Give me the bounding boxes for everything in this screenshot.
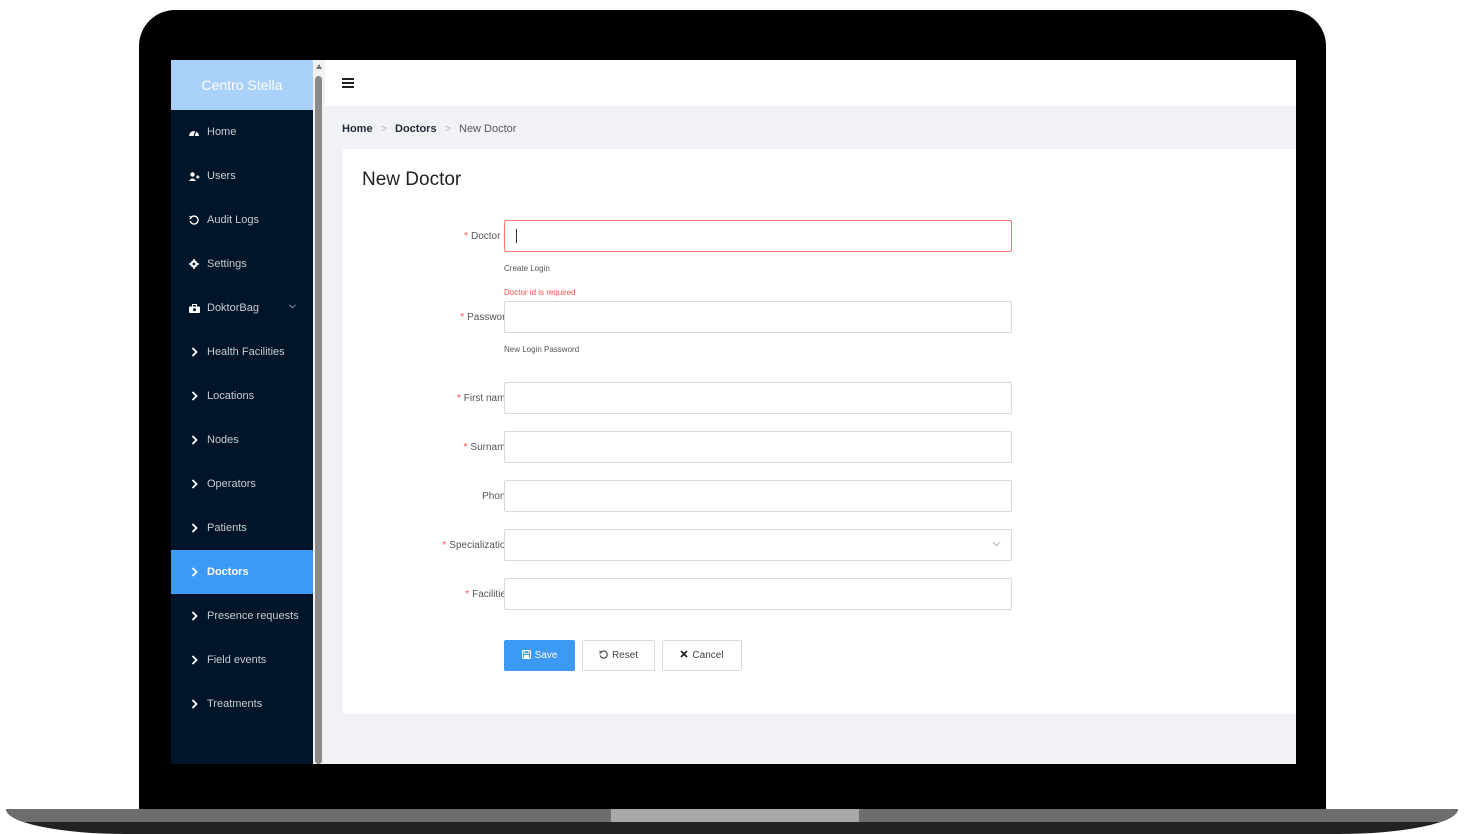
sidebar-item-label: Settings: [207, 258, 247, 270]
chevron-right-icon: [188, 655, 200, 665]
brand-logo[interactable]: Centro Stella: [171, 60, 313, 110]
breadcrumb-home[interactable]: Home: [342, 123, 373, 135]
chevron-right-icon: [188, 391, 200, 401]
required-marker: *: [463, 441, 468, 453]
sidebar-item-doctors[interactable]: Doctors: [171, 550, 313, 594]
sidebar-item-audit-logs[interactable]: Audit Logs: [171, 198, 313, 242]
history-icon: [188, 215, 200, 225]
chevron-right-icon: [188, 435, 200, 445]
breadcrumb-doctors[interactable]: Doctors: [395, 123, 437, 135]
scrollbar-thumb[interactable]: [315, 76, 322, 764]
password-input[interactable]: [504, 301, 1012, 333]
chevron-right-icon: [188, 611, 200, 621]
doctor-id-error: Doctor id is required: [504, 288, 576, 297]
sidebar-item-doktorbag[interactable]: DoktorBag: [171, 286, 313, 330]
specialization-select[interactable]: [504, 529, 1012, 561]
laptop-base: [6, 809, 1458, 834]
sidebar-item-nodes[interactable]: Nodes: [171, 418, 313, 462]
first-name-label: * First name: [456, 392, 511, 404]
top-header: [325, 60, 1296, 106]
facilities-row: * Facilities: [343, 578, 1296, 610]
sidebar-item-home[interactable]: Home: [171, 110, 313, 154]
sidebar-item-users[interactable]: Users: [171, 154, 313, 198]
phone-input[interactable]: [504, 480, 1012, 512]
save-button[interactable]: Save: [504, 640, 575, 671]
required-marker: *: [460, 311, 465, 323]
sidebar-item-label: Doctors: [207, 566, 249, 578]
breadcrumb-current: New Doctor: [459, 122, 517, 135]
app-screen: Centro Stella Home Users Audit Logs Sett…: [171, 60, 1296, 764]
sidebar-scrollbar[interactable]: [313, 60, 325, 764]
close-icon: [680, 650, 689, 661]
doctor-id-help: Create Login: [504, 264, 550, 273]
chevron-down-icon: [289, 302, 296, 311]
sidebar: Centro Stella Home Users Audit Logs Sett…: [171, 60, 313, 764]
password-help: New Login Password: [504, 345, 580, 354]
dashboard-icon: [188, 128, 200, 136]
specialization-row: * Specialization: [343, 529, 1296, 561]
doctor-id-row: * Doctor id: [343, 220, 1296, 252]
surname-row: * Surname: [343, 431, 1296, 463]
required-marker: *: [456, 392, 461, 404]
save-icon: [521, 649, 531, 662]
users-icon: [188, 171, 200, 181]
text-cursor: [516, 229, 517, 243]
doctor-id-input[interactable]: [504, 220, 1012, 252]
menu-toggle-icon[interactable]: [342, 78, 354, 88]
facilities-select[interactable]: [504, 578, 1012, 610]
bag-icon: [188, 303, 200, 313]
laptop-base-notch: [611, 809, 859, 822]
chevron-right-icon: [188, 523, 200, 533]
page-title: New Doctor: [362, 169, 462, 190]
chevron-right-icon: [188, 699, 200, 709]
sidebar-item-label: DoktorBag: [207, 302, 259, 314]
sidebar-item-label: Users: [207, 170, 236, 182]
sidebar-item-locations[interactable]: Locations: [171, 374, 313, 418]
first-name-row: * First name: [343, 382, 1296, 414]
specialization-label: * Specialization: [442, 539, 511, 551]
sidebar-item-label: Presence requests: [207, 610, 299, 622]
sidebar-item-health-facilities[interactable]: Health Facilities: [171, 330, 313, 374]
sidebar-item-label: Patients: [207, 522, 247, 534]
sidebar-item-label: Field events: [207, 654, 267, 666]
chevron-right-icon: [188, 479, 200, 489]
sidebar-item-label: Operators: [207, 478, 256, 490]
required-marker: *: [465, 588, 470, 600]
required-marker: *: [442, 539, 447, 551]
phone-row: Phone: [343, 480, 1296, 512]
sidebar-item-treatments[interactable]: Treatments: [171, 682, 313, 726]
reset-icon: [599, 649, 608, 662]
breadcrumb-separator-icon: >: [444, 122, 451, 135]
sidebar-item-patients[interactable]: Patients: [171, 506, 313, 550]
sidebar-item-label: Nodes: [207, 434, 239, 446]
breadcrumb: Home > Doctors > New Doctor: [325, 106, 1296, 151]
chevron-right-icon: [188, 567, 200, 577]
main-content: Home > Doctors > New Doctor New Doctor *…: [325, 60, 1296, 764]
password-row: * Password: [343, 301, 1296, 333]
sidebar-item-operators[interactable]: Operators: [171, 462, 313, 506]
gear-icon: [188, 259, 200, 269]
sidebar-item-label: Home: [207, 126, 237, 138]
first-name-input[interactable]: [504, 382, 1012, 414]
reset-button[interactable]: Reset: [582, 640, 655, 671]
sidebar-item-label: Audit Logs: [207, 214, 259, 226]
chevron-down-icon: [992, 539, 1001, 549]
surname-input[interactable]: [504, 431, 1012, 463]
form-card: New Doctor * Doctor id Create Login Doct…: [343, 149, 1296, 714]
sidebar-item-label: Health Facilities: [207, 346, 285, 358]
scroll-up-arrow-icon[interactable]: [316, 64, 322, 69]
breadcrumb-separator-icon: >: [380, 122, 387, 135]
sidebar-item-settings[interactable]: Settings: [171, 242, 313, 286]
sidebar-item-field-events[interactable]: Field events: [171, 638, 313, 682]
cancel-button[interactable]: Cancel: [662, 640, 742, 671]
sidebar-item-label: Treatments: [207, 698, 263, 710]
chevron-right-icon: [188, 347, 200, 357]
sidebar-item-label: Locations: [207, 390, 255, 402]
sidebar-item-presence-requests[interactable]: Presence requests: [171, 594, 313, 638]
required-marker: *: [464, 230, 468, 242]
